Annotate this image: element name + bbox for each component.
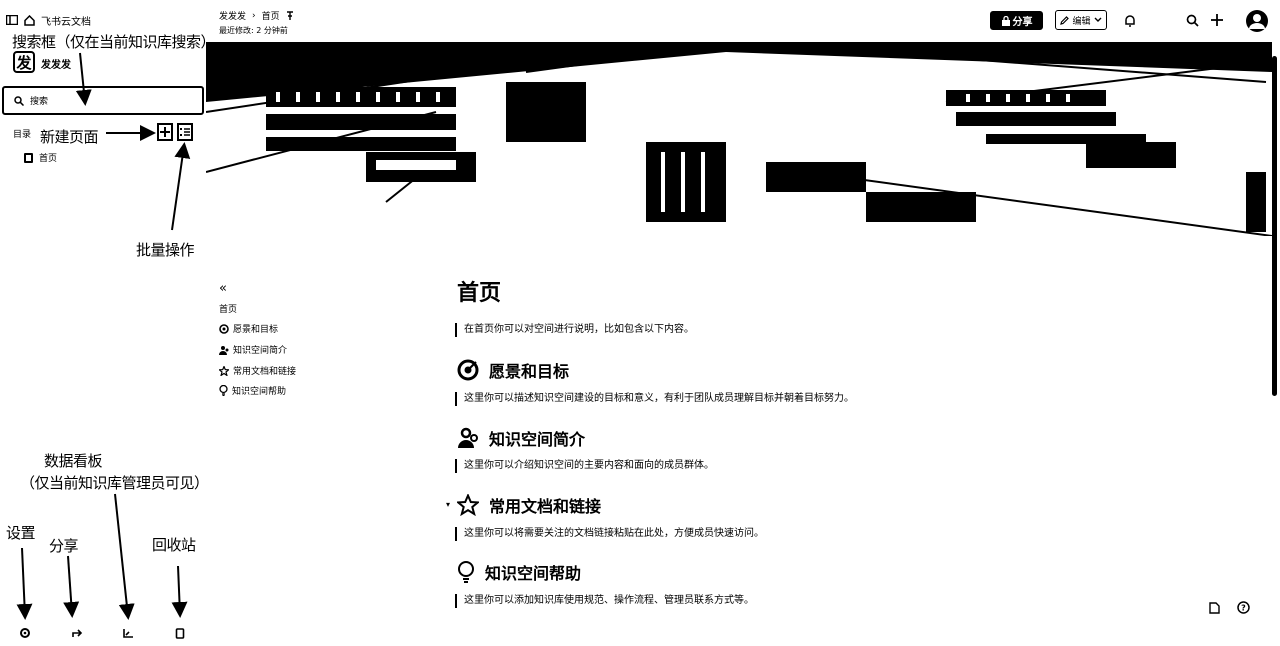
edit-mode-button[interactable]: 编辑 [1055, 10, 1107, 30]
heading-text: 知识空间帮助 [485, 564, 582, 583]
community-icon [219, 345, 229, 355]
bulb-icon [219, 385, 228, 396]
toc-item-label: 首页 [219, 305, 238, 315]
svg-text:?: ? [1241, 604, 1246, 613]
toc-item-label: 知识空间简介 [233, 346, 288, 356]
toc-item-vision[interactable]: 愿景和目标 [219, 322, 278, 335]
pin-icon[interactable] [286, 10, 294, 21]
heading-text: 知识空间简介 [489, 430, 586, 449]
toc-item-help[interactable]: 知识空间帮助 [219, 384, 286, 397]
add-icon[interactable] [1210, 13, 1224, 27]
page-title[interactable]: 首页 [457, 275, 501, 307]
cover-image[interactable] [206, 42, 1272, 236]
section-body[interactable]: 这里你可以添加知识库使用规范、操作流程、管理员联系方式等。 [455, 594, 754, 608]
breadcrumb-page[interactable]: 首页 [262, 9, 280, 22]
collapse-heading-icon[interactable]: ▾ [446, 500, 450, 509]
intro-quote[interactable]: 在首页你可以对空间进行说明，比如包含以下内容。 [455, 323, 694, 337]
search-icon[interactable] [1186, 14, 1199, 27]
breadcrumb-workspace[interactable]: 发发发 [219, 9, 246, 22]
last-edit-time: 最近修改: 2 分钟前 [219, 26, 288, 35]
target-icon [219, 323, 229, 334]
toc-item-links[interactable]: 常用文档和链接 [219, 364, 296, 377]
heading-text: 常用文档和链接 [489, 497, 602, 516]
pencil-icon [1060, 15, 1070, 25]
heading-text: 愿景和目标 [489, 362, 570, 381]
library-cover-illustration [206, 42, 1272, 236]
edit-button-label: 编辑 [1072, 16, 1091, 27]
heading-help[interactable]: 知识空间帮助 [457, 560, 581, 584]
toc-item-label: 知识空间帮助 [232, 387, 287, 397]
community-icon [457, 427, 479, 449]
bell-icon[interactable] [1124, 14, 1136, 27]
star-icon [219, 365, 229, 376]
chevron-down-icon [1094, 17, 1102, 23]
section-body[interactable]: 这里你可以将需要关注的文档链接粘贴在此处，方便成员快速访问。 [455, 527, 764, 541]
share-button-label: 分享 [1012, 17, 1033, 28]
document-outline-icon[interactable] [1209, 602, 1220, 614]
collapse-toc-icon[interactable]: « [219, 281, 227, 296]
heading-vision[interactable]: 愿景和目标 [457, 358, 569, 382]
avatar[interactable] [1245, 9, 1269, 33]
toc-item-label: 愿景和目标 [233, 325, 279, 335]
chevron-right-icon: › [252, 10, 256, 21]
toc-item-label: 常用文档和链接 [233, 367, 297, 377]
heading-links[interactable]: 常用文档和链接 [457, 493, 601, 517]
help-icon[interactable]: ? [1237, 601, 1250, 614]
lock-icon [1001, 15, 1011, 26]
bulb-icon [457, 561, 475, 583]
breadcrumb: 发发发 › 首页 [219, 9, 294, 22]
toc-item-home[interactable]: 首页 [219, 302, 237, 315]
section-body[interactable]: 这里你可以描述知识空间建设的目标和意义，有利于团队成员理解目标并朝着目标努力。 [455, 392, 854, 406]
toc-item-intro[interactable]: 知识空间简介 [219, 343, 287, 356]
target-icon [457, 359, 479, 381]
section-body[interactable]: 这里你可以介绍知识空间的主要内容和面向的成员群体。 [455, 459, 714, 473]
share-button[interactable]: 分享 [990, 11, 1043, 30]
heading-intro[interactable]: 知识空间简介 [457, 426, 585, 450]
star-icon [457, 494, 479, 516]
scrollbar[interactable] [1272, 56, 1277, 396]
